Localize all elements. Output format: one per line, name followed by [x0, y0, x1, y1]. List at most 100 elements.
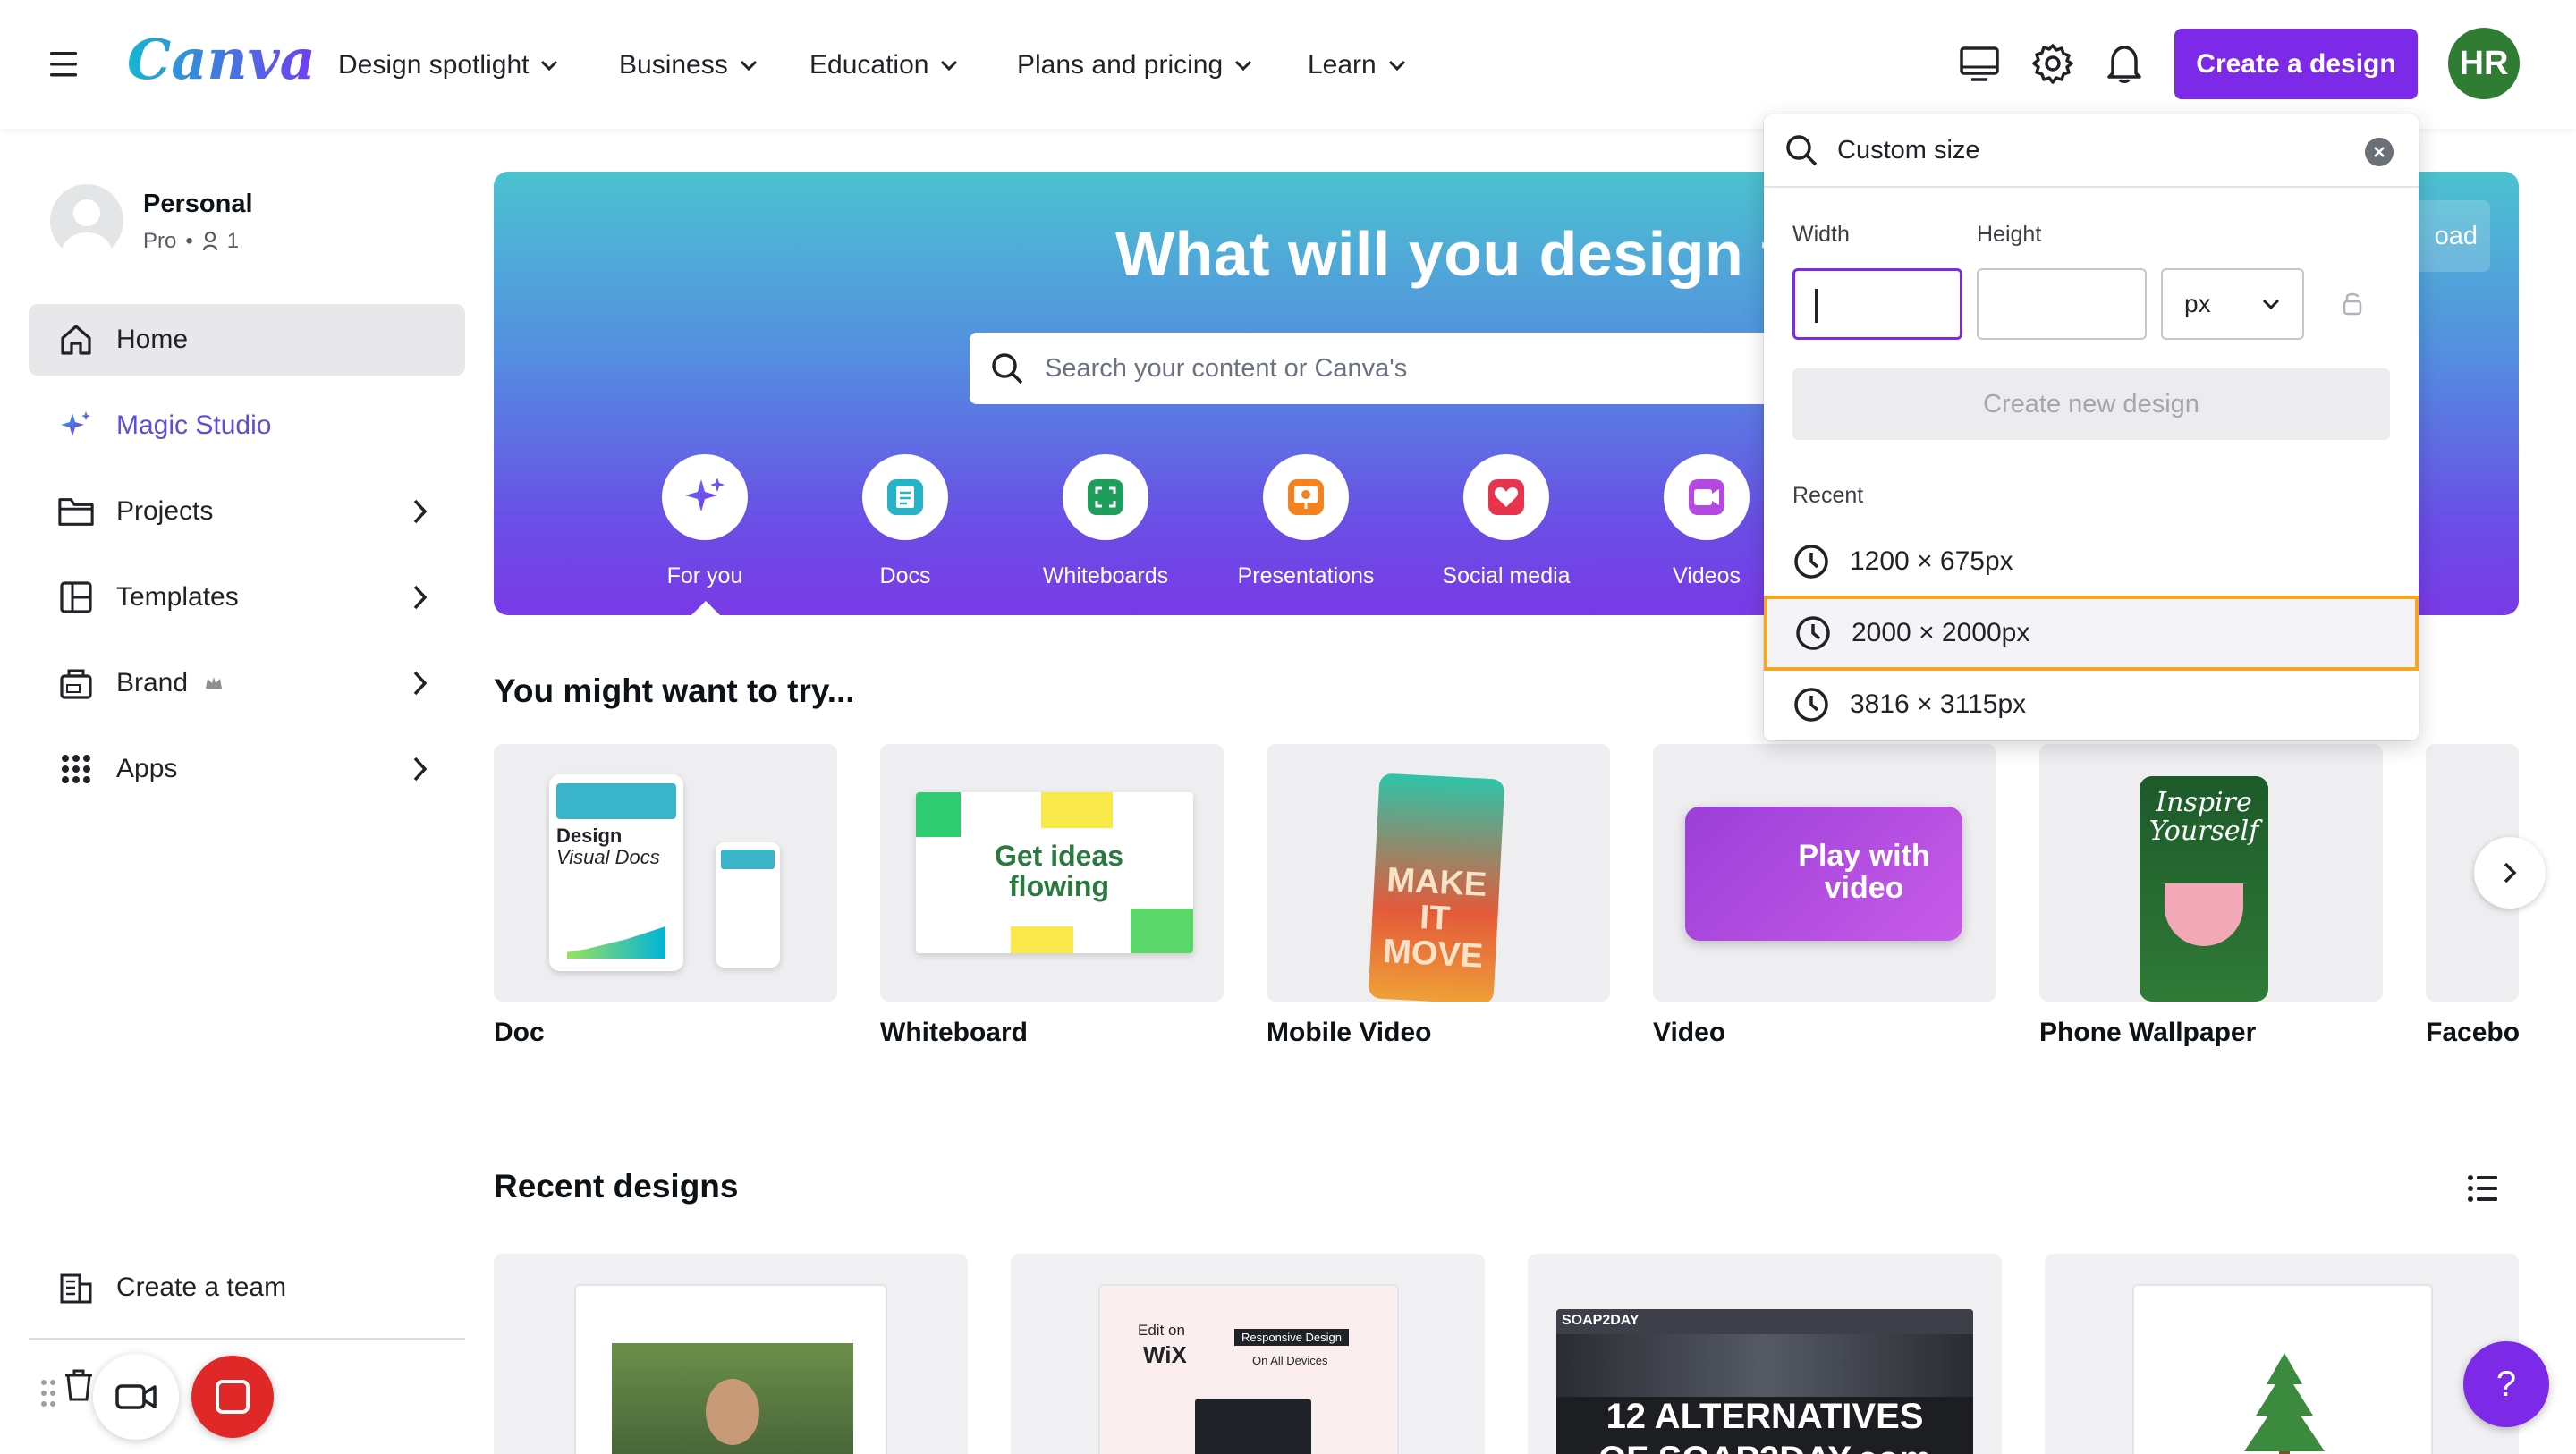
- video-thumbnail: Play with video: [1685, 807, 1962, 941]
- try-card-video[interactable]: Play with video: [1653, 744, 1996, 1002]
- sidebar-item-projects[interactable]: Projects: [29, 476, 465, 547]
- recent-design-card-2[interactable]: Edit on WiX Responsive Design On All Dev…: [1011, 1254, 1485, 1454]
- try-card-phone-wallpaper[interactable]: Inspire Yourself: [2039, 744, 2383, 1002]
- recent-design-card-4[interactable]: [2045, 1254, 2519, 1454]
- recent-label: Recent: [1792, 483, 1864, 508]
- stop-recording-button[interactable]: [191, 1356, 274, 1438]
- wix-subtitle: On All Devices: [1252, 1354, 1328, 1367]
- search-icon: [1786, 135, 1818, 166]
- category-docs[interactable]: Docs: [816, 454, 995, 589]
- try-card-mobile-video[interactable]: MAKE IT MOVE: [1267, 744, 1610, 1002]
- sidebar-item-home[interactable]: Home: [29, 304, 465, 376]
- soap-headline: 12 ALTERNATIVES: [1606, 1397, 1924, 1436]
- dot-separator: •: [185, 229, 193, 253]
- canva-logo[interactable]: Canva: [127, 27, 316, 92]
- whiteboard-thumbnail: Get ideas flowing: [916, 792, 1193, 953]
- recent-size-item-highlighted[interactable]: 2000 × 2000px: [1764, 596, 2419, 671]
- custom-size-search-field[interactable]: Custom size: [1764, 114, 2419, 188]
- camera-toggle-button[interactable]: [93, 1354, 179, 1440]
- tree-illustration: [2244, 1353, 2325, 1454]
- hamburger-menu-icon[interactable]: [47, 48, 82, 80]
- nav-plans-pricing[interactable]: Plans and pricing: [1017, 45, 1253, 86]
- list-view-icon[interactable]: [2467, 1173, 2499, 1204]
- home-icon: [57, 321, 95, 359]
- carousel-next-button[interactable]: [2474, 837, 2546, 909]
- doc-header-band: [556, 783, 676, 819]
- crown-icon: [206, 677, 223, 689]
- sticky-green: [916, 792, 961, 837]
- recent-thumbnail-2: Edit on WiX Responsive Design On All Dev…: [1098, 1284, 1399, 1454]
- create-new-design-button[interactable]: Create new design: [1792, 368, 2390, 440]
- nav-label: Design spotlight: [338, 50, 530, 80]
- drink-glass-graphic: [2165, 883, 2243, 946]
- sidebar-item-brand[interactable]: Brand: [29, 647, 465, 719]
- clock-icon: [1794, 688, 1828, 722]
- width-label: Width: [1792, 222, 1850, 247]
- sidebar-item-templates[interactable]: Templates: [29, 562, 465, 633]
- card-label-video: Video: [1653, 1018, 1726, 1047]
- recent-design-card-1[interactable]: [494, 1254, 968, 1454]
- help-button[interactable]: ?: [2463, 1341, 2549, 1427]
- account-avatar[interactable]: [50, 184, 123, 258]
- wix-edit-on: Edit on: [1138, 1322, 1185, 1339]
- notification-bell-icon[interactable]: [2106, 43, 2143, 84]
- recent-design-card-3[interactable]: SOAP2DAY 12 ALTERNATIVES OF SOAP2DAY.com: [1528, 1254, 2002, 1454]
- try-card-doc[interactable]: Design Visual Docs: [494, 744, 837, 1002]
- sidebar-item-apps[interactable]: Apps: [29, 733, 465, 805]
- create-design-button[interactable]: Create a design: [2174, 29, 2418, 99]
- category-social-media[interactable]: Social media: [1417, 454, 1596, 589]
- nav-label: Plans and pricing: [1017, 50, 1224, 80]
- card-label-facebook: Faceboo: [2426, 1018, 2519, 1047]
- nav-education[interactable]: Education: [809, 45, 959, 86]
- account-name[interactable]: Personal: [143, 190, 253, 219]
- heart-icon: [1463, 454, 1549, 540]
- soap-headline-2: OF SOAP2DAY.com: [1556, 1440, 1973, 1454]
- trash-icon[interactable]: [63, 1366, 95, 1402]
- sidebar-create-team[interactable]: Create a team: [29, 1252, 465, 1323]
- recent-size-label: 3816 × 3115px: [1850, 689, 2027, 719]
- doc-mobile-header: [721, 850, 775, 869]
- nav-design-spotlight[interactable]: Design spotlight: [338, 45, 559, 86]
- recent-size-item[interactable]: 3816 × 3115px: [1764, 669, 2419, 740]
- sidebar-item-magic-studio[interactable]: Magic Studio: [29, 390, 465, 461]
- height-input[interactable]: [1977, 268, 2147, 340]
- desktop-app-icon[interactable]: [1959, 45, 2000, 84]
- card-label-mobile-video: Mobile Video: [1267, 1018, 1432, 1047]
- category-label: Presentations: [1237, 563, 1375, 588]
- stop-icon: [216, 1380, 250, 1414]
- custom-size-search-value: Custom size: [1837, 135, 1980, 165]
- chevron-right-icon: [2504, 862, 2517, 883]
- unit-select-value: px: [2184, 290, 2211, 317]
- template-icon: [57, 579, 95, 616]
- recent-size-item[interactable]: 1200 × 675px: [1764, 526, 2419, 597]
- drag-handle-icon[interactable]: [39, 1377, 57, 1409]
- unit-select[interactable]: px: [2161, 268, 2304, 340]
- sidebar-item-label: Apps: [116, 754, 178, 783]
- lock-aspect-icon[interactable]: [2342, 290, 2363, 317]
- clear-search-icon[interactable]: [2365, 138, 2394, 166]
- recent-section-title: Recent designs: [494, 1168, 739, 1205]
- team-building-icon: [57, 1269, 95, 1306]
- nav-label: Business: [619, 50, 728, 80]
- nav-learn[interactable]: Learn: [1308, 45, 1407, 86]
- category-whiteboards[interactable]: Whiteboards: [1016, 454, 1195, 589]
- chevron-right-icon: [413, 671, 428, 696]
- width-input[interactable]: [1792, 268, 1962, 340]
- portrait-face: [706, 1379, 759, 1445]
- nav-business[interactable]: Business: [619, 45, 758, 86]
- category-presentations[interactable]: Presentations: [1216, 454, 1395, 589]
- category-label: Whiteboards: [1042, 563, 1169, 588]
- whiteboard-text: Get ideas flowing: [994, 840, 1124, 902]
- category-for-you[interactable]: For you: [615, 454, 794, 589]
- wallpaper-thumbnail: Inspire Yourself: [2140, 776, 2268, 1002]
- settings-gear-icon[interactable]: [2032, 43, 2073, 84]
- banner-search-input[interactable]: Search your content or Canva's: [970, 333, 1864, 404]
- category-label: Docs: [879, 563, 931, 588]
- recent-size-label: 2000 × 2000px: [1852, 618, 2030, 647]
- sidebar-item-label: Brand: [116, 668, 189, 697]
- try-card-whiteboard[interactable]: Get ideas flowing: [880, 744, 1224, 1002]
- user-avatar[interactable]: HR: [2448, 28, 2520, 99]
- doc-mobile-thumbnail: [716, 842, 780, 968]
- selected-category-indicator: [691, 601, 720, 615]
- recent-thumbnail-4: [2132, 1284, 2433, 1454]
